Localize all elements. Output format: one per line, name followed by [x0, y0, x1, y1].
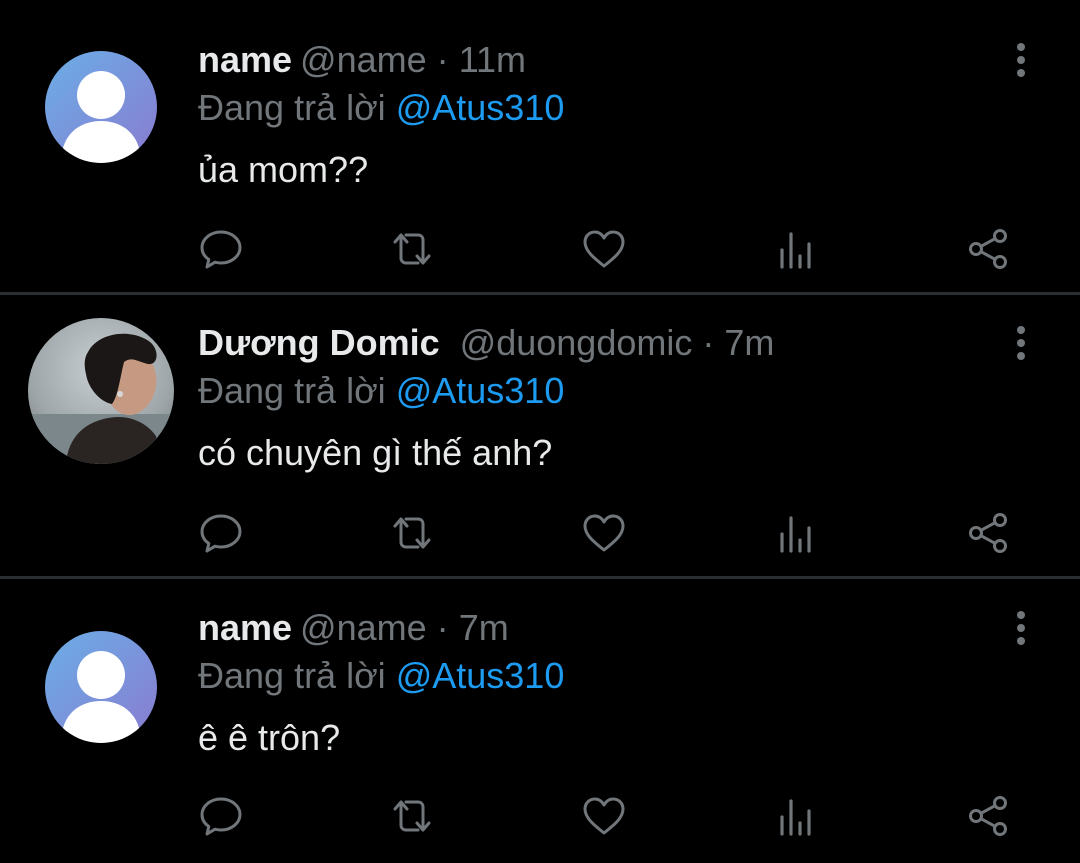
views-icon	[773, 226, 819, 272]
more-vertical-icon	[1006, 608, 1036, 648]
replying-to: Đang trả lời @Atus310	[198, 86, 564, 130]
avatar[interactable]	[28, 318, 174, 464]
default-avatar-icon	[45, 51, 157, 163]
user-handle[interactable]: @name	[300, 39, 427, 80]
tweet[interactable]: name @name · 7m Đang trả lời @Atus310 ê ê…	[0, 580, 1080, 863]
reply-button[interactable]	[198, 793, 244, 839]
replying-to: Đang trả lời @Atus310	[198, 369, 564, 413]
more-vertical-icon	[1006, 323, 1036, 363]
display-name[interactable]: Dương Domic	[198, 322, 440, 363]
timestamp[interactable]: 7m	[724, 322, 774, 363]
views-button[interactable]	[773, 793, 819, 839]
share-button[interactable]	[965, 226, 1011, 272]
like-button[interactable]	[581, 510, 627, 556]
share-button[interactable]	[965, 510, 1011, 556]
tweet-actions	[0, 793, 1080, 839]
share-icon	[965, 226, 1011, 272]
replying-to-label: Đang trả lời	[198, 655, 386, 696]
like-icon	[581, 510, 627, 556]
avatar[interactable]	[45, 51, 157, 163]
display-name[interactable]: name	[198, 607, 292, 648]
tweet[interactable]: name @name · 11m Đang trả lời @Atus310 ủa…	[0, 0, 1080, 283]
replying-to-mention[interactable]: @Atus310	[396, 655, 565, 696]
retweet-button[interactable]	[389, 226, 435, 272]
share-icon	[965, 510, 1011, 556]
tweet-header: name @name · 11m	[198, 38, 526, 82]
avatar[interactable]	[45, 631, 157, 743]
retweet-icon	[389, 793, 435, 839]
tweet-text: có chuyên gì thế anh?	[198, 432, 553, 473]
reply-button[interactable]	[198, 226, 244, 272]
replying-to-label: Đang trả lời	[198, 370, 386, 411]
reply-icon	[198, 510, 244, 556]
reply-button[interactable]	[198, 510, 244, 556]
default-avatar-icon	[45, 631, 157, 743]
more-options-button[interactable]	[1006, 323, 1036, 363]
views-icon	[773, 510, 819, 556]
tweet-header: name @name · 7m	[198, 606, 509, 650]
user-handle[interactable]: @name	[300, 607, 427, 648]
reply-icon	[198, 226, 244, 272]
tweet-header: Dương Domic @duongdomic · 7m	[198, 321, 774, 365]
timestamp[interactable]: 11m	[459, 39, 526, 80]
separator-dot: ·	[702, 322, 715, 363]
tweet[interactable]: Dương Domic @duongdomic · 7m Đang trả lời…	[0, 295, 1080, 578]
separator-dot: ·	[436, 39, 449, 80]
views-button[interactable]	[773, 510, 819, 556]
more-options-button[interactable]	[1006, 40, 1036, 80]
separator-dot: ·	[436, 607, 449, 648]
views-button[interactable]	[773, 226, 819, 272]
like-button[interactable]	[581, 226, 627, 272]
tweet-actions	[0, 226, 1080, 272]
more-vertical-icon	[1006, 40, 1036, 80]
retweet-button[interactable]	[389, 793, 435, 839]
replying-to: Đang trả lời @Atus310	[198, 654, 564, 698]
views-icon	[773, 793, 819, 839]
like-button[interactable]	[581, 793, 627, 839]
more-options-button[interactable]	[1006, 608, 1036, 648]
tweet-divider	[0, 576, 1080, 579]
display-name[interactable]: name	[198, 39, 292, 80]
tweet-text: ủa mom??	[198, 149, 369, 190]
profile-photo	[28, 318, 174, 464]
like-icon	[581, 793, 627, 839]
retweet-button[interactable]	[389, 510, 435, 556]
retweet-icon	[389, 226, 435, 272]
replying-to-mention[interactable]: @Atus310	[396, 87, 565, 128]
user-handle[interactable]: @duongdomic	[460, 322, 693, 363]
replying-to-label: Đang trả lời	[198, 87, 386, 128]
tweet-actions	[0, 510, 1080, 556]
retweet-icon	[389, 510, 435, 556]
share-button[interactable]	[965, 793, 1011, 839]
like-icon	[581, 226, 627, 272]
replying-to-mention[interactable]: @Atus310	[396, 370, 565, 411]
tweet-text: ê ê trôn?	[198, 717, 341, 758]
timestamp[interactable]: 7m	[459, 607, 509, 648]
reply-icon	[198, 793, 244, 839]
share-icon	[965, 793, 1011, 839]
